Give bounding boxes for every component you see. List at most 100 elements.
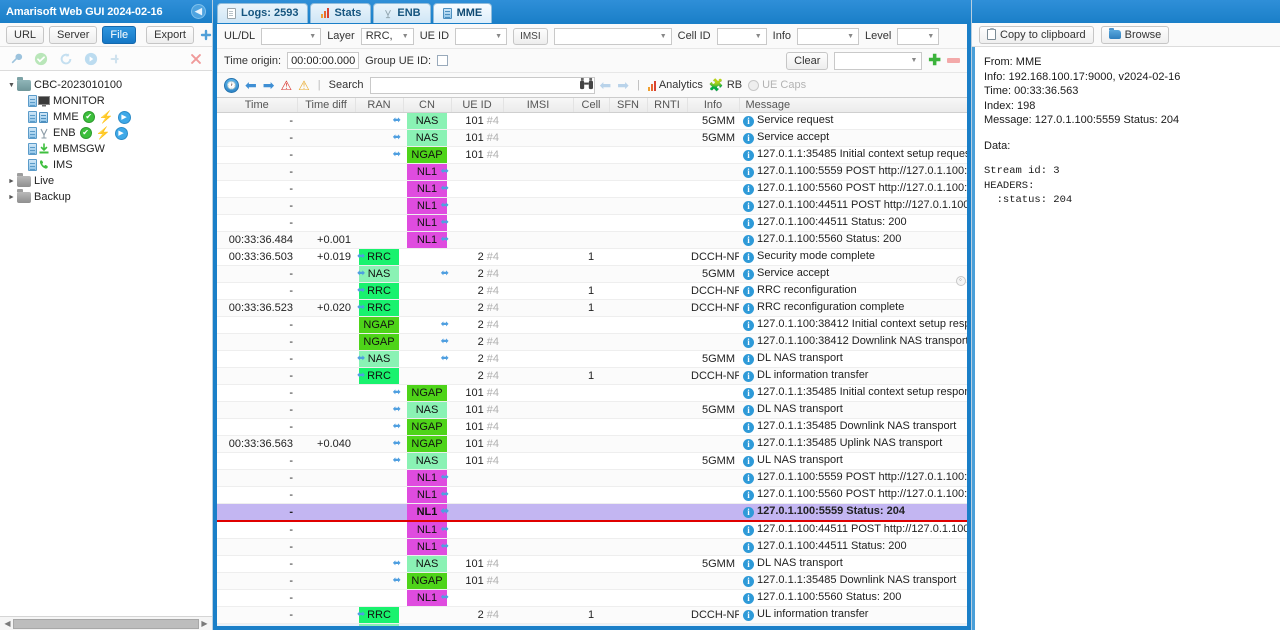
table-row[interactable]: - ⬌ NGAP 101 #4 i 127.0.1.1:35485 Initial con… xyxy=(217,384,967,402)
arrow-left-icon[interactable]: ⬅ xyxy=(245,78,257,92)
table-row[interactable]: - NL1 ⬌ i 127.0.1.100:5559 POST http://127.0… xyxy=(217,163,967,181)
play-icon[interactable]: ▶ xyxy=(117,110,131,124)
table-row[interactable]: - ⬌ NAS ⬌ 2 #4 5GMM i DL NAS transport xyxy=(217,350,967,368)
table-row[interactable]: - NGAP ⬌ 2 #4 i 127.0.1.100:38412 Initial con… xyxy=(217,316,967,334)
tree-item-cbc[interactable]: ▼ CBC-2023010100 xyxy=(0,76,212,93)
table-row[interactable]: 00:33:36.484 +0.001 NL1 ⬌ i 127.0.1.100:5560 … xyxy=(217,231,967,249)
tab-mme[interactable]: MME xyxy=(432,3,493,23)
table-row[interactable]: - ⬌ NAS 101 #4 5GMM i DL NAS transport xyxy=(217,401,967,419)
col-message[interactable]: Message xyxy=(739,98,967,113)
table-row[interactable]: - NL1 ⬌ i 127.0.1.100:5560 POST http://127.0… xyxy=(217,180,967,198)
table-row[interactable]: - ⬌ RRC 2 #4 1 DCCH-NR i DL information transfe… xyxy=(217,367,967,385)
table-row[interactable]: - NL1 ⬌ i 127.0.1.100:44511 POST http://127.… xyxy=(217,520,967,539)
scroll-right-icon[interactable]: ▶ xyxy=(199,619,210,628)
plus-icon[interactable]: ✚ xyxy=(928,53,941,68)
clock-icon[interactable]: 🕐 xyxy=(224,77,239,93)
clear-button[interactable]: Clear xyxy=(786,51,829,70)
table-row[interactable]: - ⬌ RRC 2 #4 1 DCCH-NR i RRC reconfiguration xyxy=(217,282,967,300)
tree-item-live[interactable]: ► Live xyxy=(0,172,212,189)
preset-select[interactable]: ▼ xyxy=(834,51,923,70)
browse-button[interactable]: Browse xyxy=(1100,25,1170,44)
col-imsi[interactable]: IMSI xyxy=(503,98,574,113)
col-time[interactable]: Time xyxy=(217,98,298,113)
level-select[interactable]: ▼ xyxy=(897,27,940,45)
add-node-icon[interactable] xyxy=(199,27,213,43)
tree-item-mme[interactable]: MME ✔ ⚡ ▶ xyxy=(0,109,212,125)
arrow-right-icon[interactable]: ➡ xyxy=(263,78,275,92)
server-button[interactable]: Server xyxy=(49,25,98,44)
table-row[interactable]: - NL1 ⬌ i 127.0.1.100:44511 Status: 200 xyxy=(217,214,967,232)
play-icon[interactable]: ▶ xyxy=(114,126,128,140)
minus-icon[interactable] xyxy=(947,58,960,63)
col-sfn[interactable]: SFN xyxy=(609,98,648,113)
play-circle-icon[interactable] xyxy=(83,51,99,67)
table-row[interactable]: - ⬌ NGAP 101 #4 i 127.0.1.1:35485 Downlink NA… xyxy=(217,572,967,590)
chevron-left-icon[interactable]: ◀ xyxy=(191,4,206,19)
tree-item-monitor[interactable]: MONITOR xyxy=(0,93,212,109)
tree-item-backup[interactable]: ► Backup xyxy=(0,188,212,205)
tree-item-mbmsgw[interactable]: MBMSGW xyxy=(0,141,212,157)
col-rnti[interactable]: RNTI xyxy=(647,98,688,113)
table-row[interactable]: - NL1 ⬌ i 127.0.1.100:5560 POST http://127.0… xyxy=(217,486,967,504)
arrow-left-dim-icon[interactable]: ⬅ xyxy=(600,78,612,92)
table-row[interactable]: 00:33:36.503 +0.019 ⬌ RRC 2 #4 1 DCCH-NR i Secur… xyxy=(217,248,967,266)
layer-select[interactable]: RRC, ▼ xyxy=(360,27,414,45)
tree-item-enb[interactable]: ENB ✔ ⚡ ▶ xyxy=(0,125,212,141)
tree-item-ims[interactable]: IMS xyxy=(0,157,212,173)
vertical-scroll-handle[interactable] xyxy=(956,275,966,286)
ueid-select[interactable]: ▼ xyxy=(455,27,508,45)
table-row[interactable]: - NL1 ⬌ i 127.0.1.100:5559 Status: 204 xyxy=(217,503,967,522)
col-cell[interactable]: Cell xyxy=(573,98,610,113)
uldl-select[interactable]: ▼ xyxy=(261,27,322,45)
left-horizontal-scrollbar[interactable]: ◀ ▶ xyxy=(0,616,212,630)
imsi-select[interactable]: ▼ xyxy=(553,27,672,45)
scroll-thumb[interactable] xyxy=(13,618,199,629)
group-ueid-checkbox[interactable] xyxy=(437,55,449,66)
detail-content[interactable]: From: MME Info: 192.168.100.17:9000, v20… xyxy=(972,47,1280,630)
expand-twisty-icon[interactable]: ▼ xyxy=(6,82,17,89)
table-row[interactable]: - NL1 ⬌ i 127.0.1.100:5560 Status: 200 xyxy=(217,589,967,607)
collapse-twisty-icon[interactable]: ► xyxy=(6,194,17,201)
file-button[interactable]: File xyxy=(102,25,137,44)
refresh-icon[interactable] xyxy=(58,51,74,67)
collapse-twisty-icon[interactable]: ► xyxy=(6,178,17,185)
check-circle-icon[interactable] xyxy=(33,51,49,67)
table-row[interactable]: - NGAP ⬌ 2 #4 i 127.0.1.100:38412 Downlink NA… xyxy=(217,333,967,351)
cellid-select[interactable]: ▼ xyxy=(716,27,767,45)
warning-triangle-icon[interactable]: ⚠ xyxy=(298,79,310,92)
copy-to-clipboard-button[interactable]: Copy to clipboard xyxy=(979,25,1094,44)
table-row[interactable]: - NL1 ⬌ i 127.0.1.100:44511 POST http://127.… xyxy=(217,197,967,215)
info-select[interactable]: ▼ xyxy=(797,27,859,45)
analytics-button[interactable]: Analytics xyxy=(647,79,703,91)
arrow-right-dim-icon[interactable]: ➡ xyxy=(617,78,629,92)
imsi-button[interactable]: IMSI xyxy=(513,27,548,45)
table-row[interactable]: 00:33:36.523 +0.020 ⬌ RRC 2 #4 1 DCCH-NR i RRC r… xyxy=(217,299,967,317)
table-row[interactable]: - NL1 ⬌ i 127.0.1.100:5559 POST http://127.0… xyxy=(217,469,967,487)
table-row[interactable]: - ⬌ NAS ⬌ 2 #4 5GMM i Service accept xyxy=(217,265,967,283)
export-button[interactable]: Export xyxy=(146,25,194,44)
table-row[interactable]: - ⬌ NAS 101 #4 5GMM i Service request xyxy=(217,112,967,130)
col-cn[interactable]: CN xyxy=(403,98,452,113)
col-timediff[interactable]: Time diff xyxy=(297,98,356,113)
error-triangle-icon[interactable]: ⚠ xyxy=(280,79,292,92)
binoculars-icon[interactable] xyxy=(579,77,594,93)
table-row[interactable]: - ⬌ NAS 101 #4 5GMM i DL NAS transport xyxy=(217,555,967,573)
col-ueid[interactable]: UE ID xyxy=(451,98,504,113)
search-input[interactable] xyxy=(369,76,595,94)
rb-button[interactable]: 🧩 RB xyxy=(709,78,742,92)
col-ran[interactable]: RAN xyxy=(355,98,404,113)
table-row[interactable]: - ⬌ NGAP 101 #4 i 127.0.1.1:35485 Downlink NA… xyxy=(217,418,967,436)
wrench-icon[interactable] xyxy=(8,51,24,67)
table-row[interactable]: - ⬌NAS⬌2 #4 5GMMiUL NAS transport xyxy=(217,623,967,626)
table-row[interactable]: - ⬌ NAS 101 #4 5GMM i Service accept xyxy=(217,129,967,147)
tab-logs[interactable]: Logs: 2593 xyxy=(217,3,309,23)
ue-caps-button[interactable]: UE Caps xyxy=(748,79,806,91)
tab-enb[interactable]: ENB xyxy=(373,3,431,23)
table-row[interactable]: - ⬌ NAS 101 #4 5GMM i UL NAS transport xyxy=(217,452,967,470)
scroll-left-icon[interactable]: ◀ xyxy=(2,619,13,628)
table-row[interactable]: - ⬌ RRC 2 #4 1 DCCH-NR i UL information transfe… xyxy=(217,606,967,624)
table-row[interactable]: 00:33:36.563 +0.040 ⬌ NGAP 101 #4 i 127.0.1.1:… xyxy=(217,435,967,453)
time-origin-input[interactable] xyxy=(287,52,360,69)
logs-table-container[interactable]: Time Time diff RAN CN UE ID IMSI Cell SF… xyxy=(217,98,967,626)
close-x-icon[interactable] xyxy=(188,51,204,67)
